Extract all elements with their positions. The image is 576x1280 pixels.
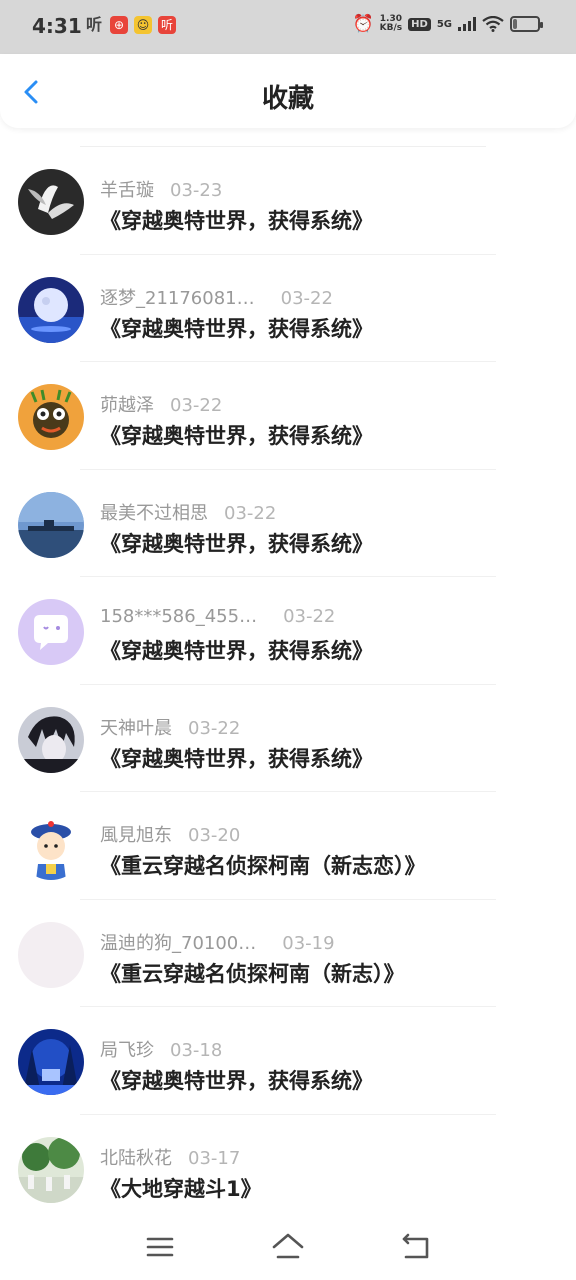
work-title[interactable]: 《大地穿越斗1》	[100, 1173, 262, 1203]
date: 03-18	[170, 1040, 223, 1061]
chat-bubble-icon	[18, 599, 84, 665]
avatar[interactable]	[18, 814, 84, 880]
item-meta: 温迪的狗_70100… 03-19	[100, 929, 335, 955]
date: 03-19	[282, 932, 335, 954]
network-type: 5G	[436, 18, 452, 30]
list-item[interactable]: 逐梦_21176081… 03-22 《穿越奥特世界，获得系统》	[0, 255, 576, 362]
alarm-icon: ⏰	[352, 14, 374, 34]
avatar[interactable]	[18, 599, 84, 665]
username: 北陆秋花	[100, 1147, 172, 1169]
username: 羊舌璇	[100, 180, 154, 201]
list-item[interactable]: 温迪的狗_70100… 03-19 《重云穿越名侦探柯南（新志）》	[0, 900, 576, 1007]
list-item[interactable]: 最美不过相思 03-22 《穿越奥特世界，获得系统》	[0, 470, 576, 577]
listen-red-icon: 听	[158, 16, 176, 34]
hd-badge: HD	[408, 17, 431, 31]
notification-icons: 听 ⊕ ☺ 听	[84, 16, 176, 34]
list-item[interactable]: 天神叶晨 03-22 《穿越奥特世界，获得系统》	[0, 685, 576, 792]
return-icon	[402, 1233, 429, 1259]
avatar-cartoon-official-image	[18, 814, 84, 880]
avatar-sea-image	[18, 491, 84, 558]
avatar-moon-image	[18, 276, 84, 343]
work-title[interactable]: 《穿越奥特世界，获得系统》	[100, 205, 373, 235]
avatar[interactable]	[18, 169, 84, 235]
avatar[interactable]	[18, 921, 84, 988]
listen-icon: 听	[85, 15, 102, 34]
header-bar: 收藏	[0, 54, 576, 128]
username: 温迪的狗_70100…	[100, 932, 257, 954]
username: 158***586_455…	[100, 606, 258, 627]
avatar[interactable]	[18, 491, 84, 558]
list-item[interactable]: 局飞珍 03-18 《穿越奥特世界，获得系统》	[0, 1007, 576, 1115]
work-title[interactable]: 《穿越奥特世界，获得系统》	[100, 635, 373, 665]
work-title[interactable]: 《穿越奥特世界，获得系统》	[100, 528, 373, 558]
back-nav-button[interactable]	[396, 1230, 436, 1264]
work-title[interactable]: 《重云穿越名侦探柯南（新志恋）》	[100, 850, 426, 880]
home-icon	[272, 1233, 304, 1259]
username: 局飞珍	[100, 1040, 154, 1061]
item-meta: 北陆秋花 03-17	[100, 1144, 240, 1170]
date: 03-20	[188, 825, 241, 846]
app-red-icon: ⊕	[110, 16, 128, 34]
work-title[interactable]: 《穿越奥特世界，获得系统》	[100, 743, 373, 773]
work-title[interactable]: 《穿越奥特世界，获得系统》	[100, 420, 373, 450]
system-nav-bar	[0, 1216, 576, 1280]
list-item[interactable]: 茆越泽 03-22 《穿越奥特世界，获得系统》	[0, 362, 576, 470]
home-button[interactable]	[268, 1230, 308, 1264]
battery-level	[513, 19, 517, 29]
date: 03-22	[188, 717, 241, 739]
app-yellow-icon: ☺	[134, 16, 152, 34]
status-bar: 4:31 听 ⊕ ☺ 听 ⏰ 1.30 KB/s HD 5G	[0, 0, 576, 54]
list-item[interactable]: 北陆秋花 03-17 《大地穿越斗1》	[0, 1115, 576, 1223]
signal-icon	[458, 17, 476, 31]
date: 03-23	[170, 180, 223, 201]
date: 03-22	[283, 606, 336, 627]
avatar[interactable]	[18, 1029, 84, 1095]
item-meta: 羊舌璇 03-23	[100, 176, 222, 202]
item-meta: 逐梦_21176081… 03-22	[100, 284, 333, 310]
avatar[interactable]	[18, 384, 84, 450]
avatar-garden-image	[18, 1136, 84, 1203]
date: 03-22	[170, 395, 223, 416]
item-meta: 最美不过相思 03-22	[100, 499, 276, 525]
page-title: 收藏	[261, 84, 314, 114]
item-meta: 茆越泽 03-22	[100, 391, 222, 417]
network-speed: 1.30 KB/s	[380, 15, 402, 33]
item-meta: 局飞珍 03-18	[100, 1036, 222, 1062]
menu-icon	[146, 1237, 174, 1257]
avatar-lily-image	[18, 169, 84, 235]
wifi-icon	[482, 16, 504, 32]
avatar[interactable]	[18, 276, 84, 343]
avatar-blue-forest-image	[18, 1029, 84, 1095]
date: 03-22	[280, 287, 333, 309]
status-indicators: ⏰ 1.30 KB/s HD 5G	[352, 14, 543, 34]
avatar-cartoon-image	[18, 384, 84, 450]
menu-button[interactable]	[140, 1230, 180, 1264]
work-title[interactable]: 《重云穿越名侦探柯南（新志）》	[100, 958, 405, 988]
username: 茆越泽	[100, 395, 154, 416]
avatar-anime-image	[18, 706, 84, 773]
username: 風見旭东	[100, 825, 172, 846]
work-title[interactable]: 《穿越奥特世界，获得系统》	[100, 313, 373, 343]
network-speed-unit: KB/s	[379, 23, 403, 33]
list-item[interactable]: 158***586_455… 03-22 《穿越奥特世界，获得系统》	[0, 577, 576, 685]
list-item[interactable]: 風見旭东 03-20 《重云穿越名侦探柯南（新志恋）》	[0, 792, 576, 900]
work-title[interactable]: 《穿越奥特世界，获得系统》	[100, 1065, 373, 1095]
favorites-list: 羊舌璇 03-23 《穿越奥特世界，获得系统》 逐梦_21176081… 03-…	[0, 146, 576, 1222]
battery-icon	[510, 16, 543, 32]
username: 逐梦_21176081…	[100, 287, 255, 309]
avatar[interactable]	[18, 1136, 84, 1203]
date: 03-17	[188, 1147, 241, 1169]
item-meta: 風見旭东 03-20	[100, 821, 240, 847]
item-meta: 天神叶晨 03-22	[100, 714, 240, 740]
username: 天神叶晨	[100, 717, 172, 739]
avatar[interactable]	[18, 706, 84, 773]
status-time: 4:31	[32, 14, 82, 38]
list-item[interactable]: 羊舌璇 03-23 《穿越奥特世界，获得系统》	[0, 147, 576, 255]
username: 最美不过相思	[100, 502, 208, 524]
date: 03-22	[224, 502, 277, 524]
item-meta: 158***586_455… 03-22	[100, 606, 335, 627]
